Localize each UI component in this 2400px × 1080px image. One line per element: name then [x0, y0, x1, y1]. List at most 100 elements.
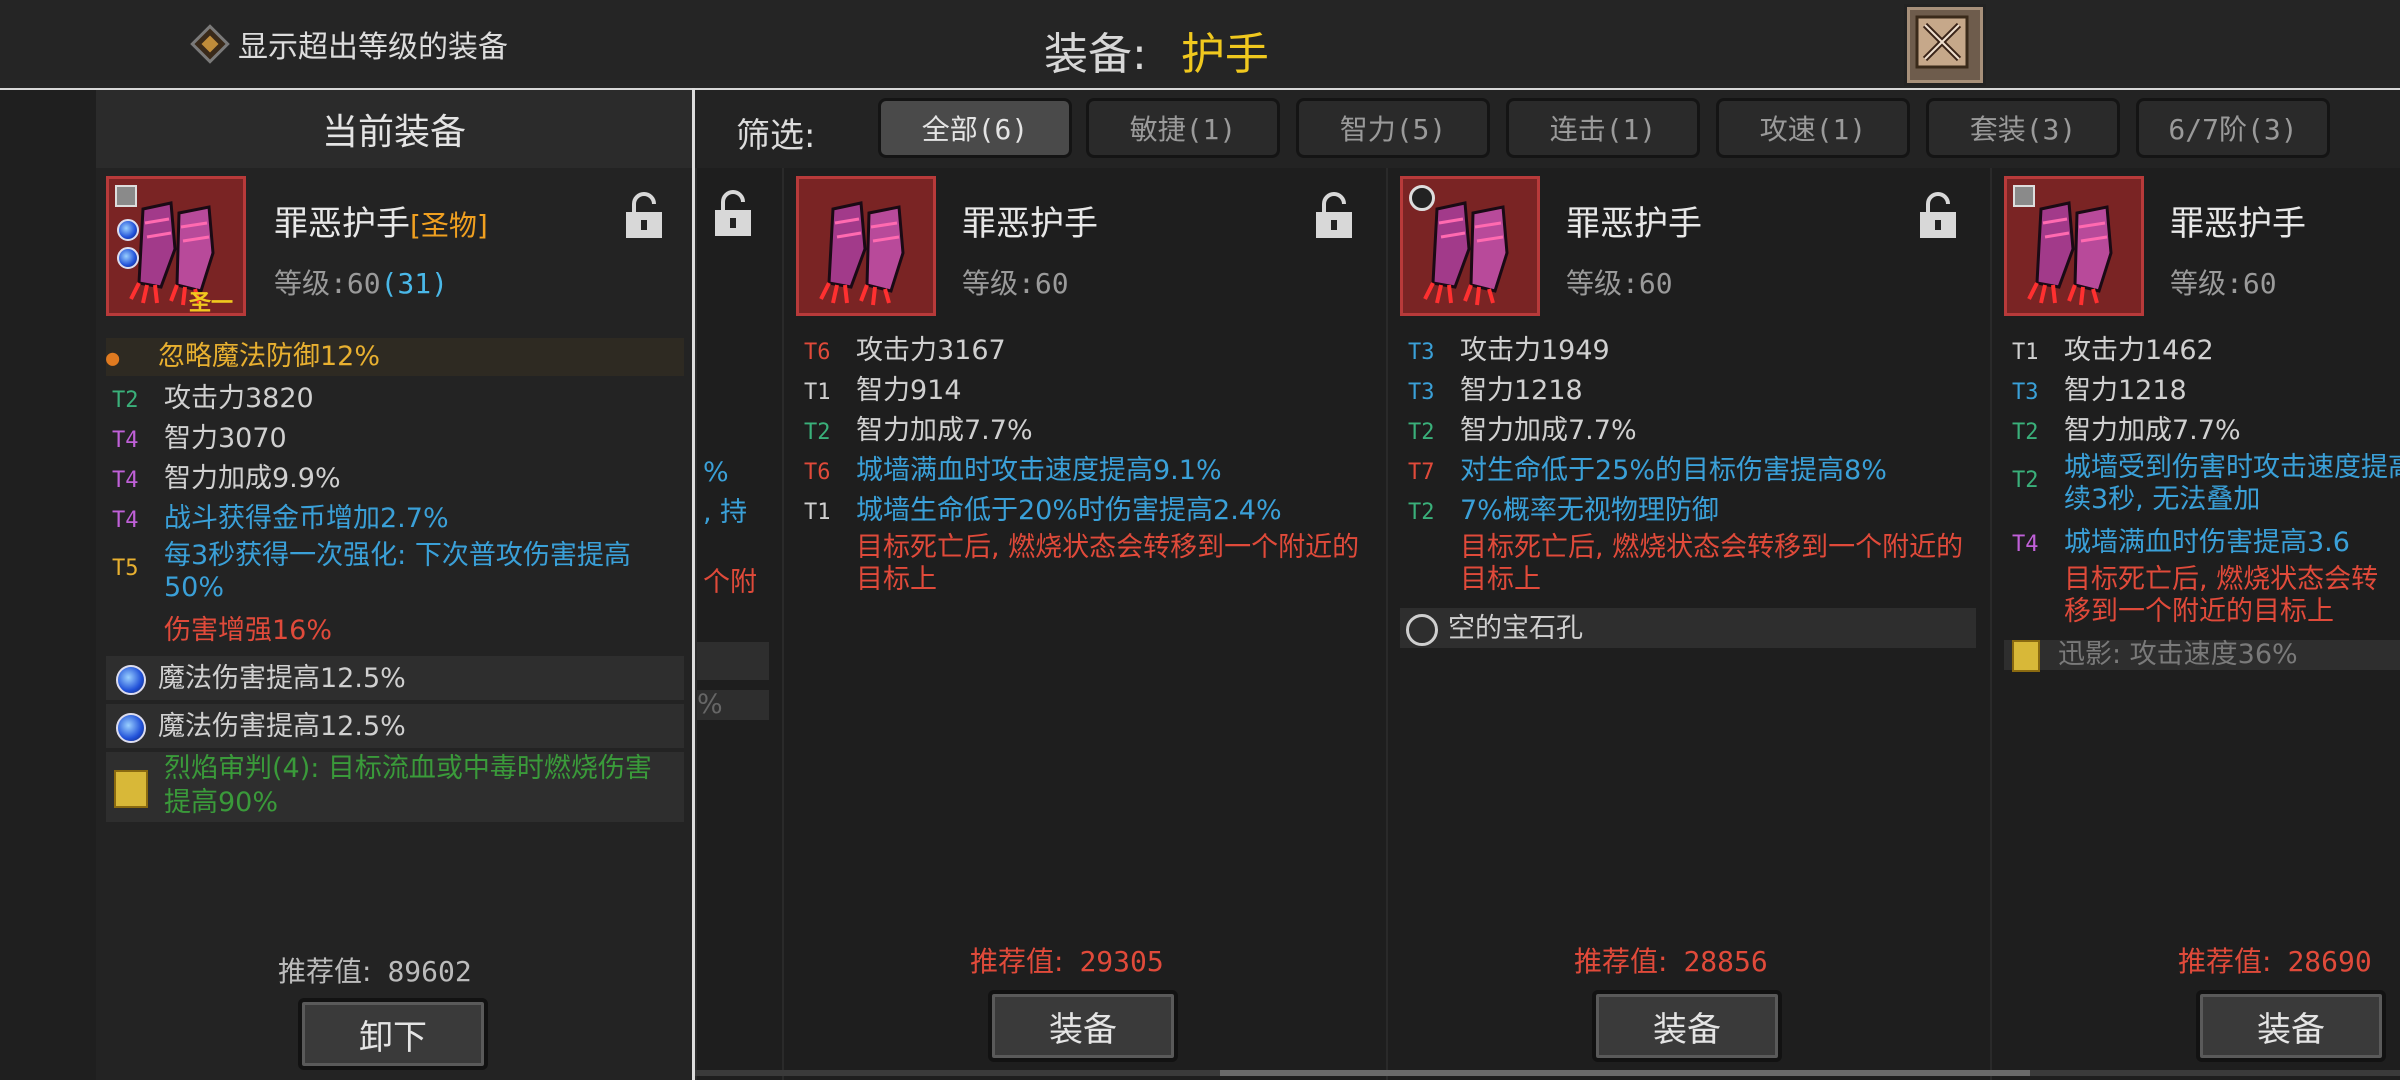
tab-combo[interactable]: 连击(1): [1506, 98, 1700, 158]
current-item-icon[interactable]: 圣一: [106, 176, 246, 316]
close-icon: [1915, 15, 1969, 69]
page-title: 装备: 护手: [1044, 18, 1269, 82]
score-label: 推荐值:: [278, 955, 372, 988]
current-level-extra: (31): [380, 267, 449, 300]
tab-all[interactable]: 全部(6): [878, 98, 1072, 158]
item-card[interactable]: 罪恶护手 等级:60 T3 攻击力1949 T3 智力1218 T2 智力加成7.7%…: [1386, 168, 1990, 1080]
extra-red-stat: 伤害增强16%: [164, 615, 333, 646]
set-text: 迅影: 攻击速度36%: [2058, 639, 2298, 670]
gem-text: 魔法伤害提高12.5%: [158, 711, 406, 742]
tab-tier-6-7[interactable]: 6/7阶(3): [2136, 98, 2330, 158]
show-over-level-toggle[interactable]: 显示超出等级的装备: [190, 20, 508, 68]
tab-agility[interactable]: 敏捷(1): [1086, 98, 1280, 158]
tab-set[interactable]: 套装(3): [1926, 98, 2120, 158]
stat-line: T2 攻击力3820: [112, 380, 314, 420]
stat-text: 智力加成9.9%: [164, 463, 341, 494]
gem-line: 魔法伤害提高12.5%: [116, 660, 406, 698]
lock-badge-icon: [115, 185, 137, 207]
stat-text: 智力加成7.7%: [2064, 415, 2241, 446]
item-icon[interactable]: [1400, 176, 1540, 316]
title-label: 装备:: [1044, 29, 1147, 80]
item-card[interactable]: 罪恶护手 等级:60 T6 攻击力3167 T1 智力914 T2 智力加成7.7% …: [782, 168, 1386, 1080]
stat-tier: T1: [804, 380, 831, 405]
stat-line: T1 城墙生命低于20%时伤害提高2.4%: [804, 492, 1282, 532]
unlock-icon[interactable]: [1314, 192, 1354, 240]
stat-text: 攻击力1462: [2064, 335, 2214, 366]
stat-tier: T4: [2012, 532, 2039, 557]
partial-fragment: %: [703, 457, 729, 488]
stat-tier: T3: [2012, 380, 2039, 405]
current-equipment-header: 当前装备: [96, 90, 692, 168]
stat-tier: T2: [112, 388, 139, 413]
show-over-level-label: 显示超出等级的装备: [238, 30, 508, 65]
item-name: 罪恶护手: [962, 204, 1098, 244]
stat-line: T3 智力1218: [2012, 372, 2187, 412]
stat-tier: T7: [1408, 460, 1435, 485]
item-level: 等级:60: [1566, 267, 1673, 300]
gem-socket-icon: [117, 219, 139, 241]
gem-text: 空的宝石孔: [1448, 613, 1583, 644]
equip-button[interactable]: 装备: [2196, 990, 2386, 1062]
stat-text: 智力914: [856, 375, 962, 406]
unequip-button[interactable]: 卸下: [298, 998, 488, 1070]
stat-tier: T3: [1408, 380, 1435, 405]
unlock-icon[interactable]: [1918, 192, 1958, 240]
stat-line: T5 每3秒获得一次强化: 下次普攻伤害提高50%: [112, 540, 682, 604]
tab-attack-speed[interactable]: 攻速(1): [1716, 98, 1910, 158]
score-value: 29305: [1079, 945, 1164, 978]
score-label: 推荐值:: [1574, 945, 1668, 978]
current-score: 推荐值: 89602: [278, 950, 472, 990]
partial-item-card[interactable]: % , 持 个附 %: [695, 168, 782, 1080]
item-icon[interactable]: [2004, 176, 2144, 316]
red-effect-text: 目标死亡后, 燃烧状态会转移到一个附近的目标上: [856, 532, 1360, 595]
stat-text: 智力3070: [164, 423, 287, 454]
item-name: 罪恶护手: [2170, 204, 2306, 244]
stat-text: 智力1218: [2064, 375, 2187, 406]
stat-tier: T2: [1408, 420, 1435, 445]
blue-gem-icon: [116, 664, 146, 695]
close-button[interactable]: [1904, 4, 1986, 86]
current-level-label: 等级:60: [274, 267, 381, 300]
stat-line: T3 攻击力1949: [1408, 332, 1610, 372]
stat-line: T4 智力3070: [112, 420, 287, 460]
stat-text: 每3秒获得一次强化: 下次普攻伤害提高50%: [164, 540, 631, 603]
unlock-icon[interactable]: [624, 192, 664, 240]
equip-button[interactable]: 装备: [1592, 990, 1782, 1062]
item-icon[interactable]: [796, 176, 936, 316]
set-scroll-icon: [114, 770, 148, 808]
empty-gem-icon: [1406, 613, 1438, 646]
stat-line: T2 7%概率无视物理防御: [1408, 492, 1719, 532]
set-text: 烈焰审判(4): 目标流血或中毒时燃烧伤害提高90%: [164, 753, 652, 818]
special-stat-text: 忽略魔法防御12%: [158, 341, 381, 372]
stat-text: 智力1218: [1460, 375, 1583, 406]
stat-tier: T2: [2012, 468, 2039, 493]
current-item-tag: [圣物]: [410, 209, 488, 242]
stat-tier: T1: [2012, 340, 2039, 365]
scrollbar-thumb[interactable]: [1220, 1070, 2030, 1076]
stat-line: T2 智力加成7.7%: [2012, 412, 2241, 452]
gem-text: 魔法伤害提高12.5%: [158, 663, 406, 694]
stat-tier: T4: [112, 508, 139, 533]
current-item-name: 罪恶护手[圣物]: [274, 196, 488, 245]
stat-text: 攻击力3820: [164, 383, 314, 414]
item-score: 推荐值: 28856: [1574, 940, 1768, 980]
item-card[interactable]: 罪恶护手 等级:60 T1 攻击力1462 T3 智力1218 T2 智力加成7.7%…: [1990, 168, 2400, 1080]
current-item-level: 等级:60(31): [274, 262, 448, 302]
tab-intelligence[interactable]: 智力(5): [1296, 98, 1490, 158]
diamond-checkbox-icon[interactable]: [190, 24, 230, 64]
red-effect-text: 目标死亡后, 燃烧状态会转移到一个附近的目标上: [2064, 564, 2379, 627]
stat-tier: T2: [2012, 420, 2039, 445]
stat-text: 城墙受到伤害时攻击速度提高续3秒, 无法叠加: [2064, 452, 2400, 515]
stat-tier: T1: [804, 500, 831, 525]
title-value: 护手: [1180, 29, 1269, 80]
item-name: 罪恶护手: [1566, 204, 1702, 244]
stat-text: 城墙满血时攻击速度提高9.1%: [856, 455, 1222, 486]
unlock-icon[interactable]: [713, 190, 753, 238]
left-margin: [0, 90, 96, 1080]
equip-button[interactable]: 装备: [988, 990, 1178, 1062]
stat-line: T2 城墙受到伤害时攻击速度提高续3秒, 无法叠加: [2012, 452, 2400, 516]
gauntlet-icon: [799, 179, 933, 313]
stat-text: 城墙生命低于20%时伤害提高2.4%: [856, 495, 1282, 526]
stat-text: 7%概率无视物理防御: [1460, 495, 1719, 526]
stat-text: 战斗获得金币增加2.7%: [164, 503, 449, 534]
